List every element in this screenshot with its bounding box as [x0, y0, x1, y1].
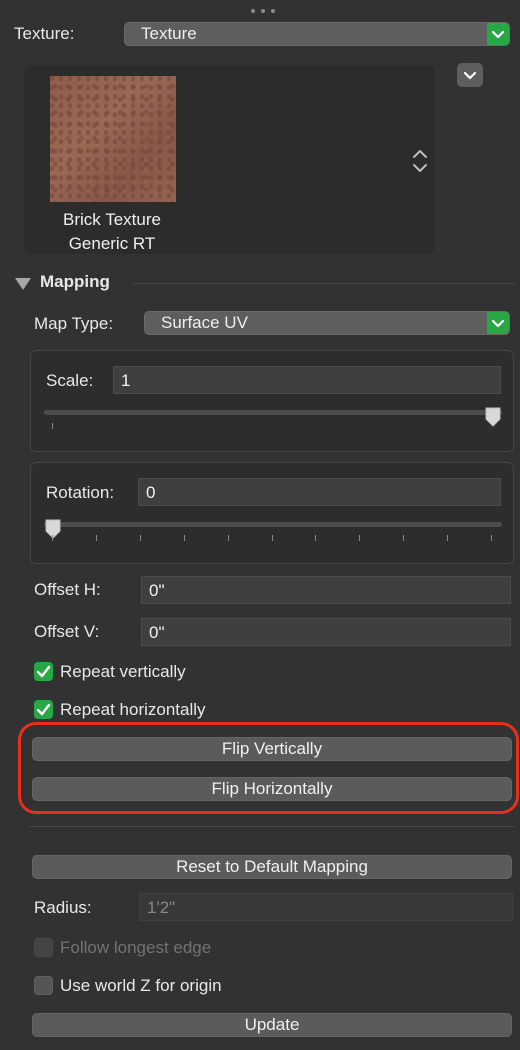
offset-h-field[interactable]: 0" [141, 576, 511, 604]
rotation-slider-tick [227, 535, 229, 541]
scale-label: Scale: [46, 371, 94, 390]
rotation-slider-tick [95, 535, 97, 541]
texture-popup-value: Texture [141, 24, 197, 43]
rotation-slider-tick [403, 535, 405, 541]
chevron-down-icon [457, 71, 483, 91]
rotation-value: 0 [146, 483, 156, 502]
checkmark-icon [34, 700, 53, 719]
rotation-slider-tick [271, 535, 273, 541]
chevron-down-icon [487, 23, 509, 45]
mapping-section-header[interactable]: Mapping [14, 271, 514, 295]
scale-slider-track[interactable] [44, 410, 502, 415]
texture-popup[interactable]: Texture [124, 22, 510, 46]
scale-field[interactable]: 1 [113, 366, 501, 394]
offset-h-label: Offset H: [34, 580, 101, 599]
brick-texture-swatch[interactable] [50, 76, 176, 202]
radius-field: 1'2" [139, 893, 513, 921]
flip-horizontally-button[interactable]: Flip Horizontally [32, 777, 512, 801]
up-down-stepper-icon[interactable] [411, 148, 429, 174]
rotation-slider-tick [491, 535, 492, 541]
rotation-slider-tick [139, 535, 141, 541]
follow-longest-edge-label: Follow longest edge [60, 938, 212, 957]
follow-longest-edge-checkbox: Follow longest edge [34, 937, 334, 959]
texture-preview-panel: Brick Texture Generic RT [24, 65, 435, 254]
mapping-section-title: Mapping [40, 272, 110, 291]
checkbox-box [34, 938, 53, 957]
radius-value: 1'2" [147, 898, 176, 917]
scale-group: Scale: 1 [30, 350, 514, 452]
update-button[interactable]: Update [32, 1013, 512, 1037]
texture-options-button[interactable] [457, 63, 483, 87]
rotation-slider-tick [447, 535, 449, 541]
rotation-group: Rotation: 0 [30, 462, 514, 564]
divider [30, 826, 514, 827]
offset-v-value: 0" [149, 623, 165, 642]
use-world-z-label: Use world Z for origin [60, 976, 222, 995]
repeat-horizontally-checkbox[interactable]: Repeat horizontally [34, 699, 334, 721]
rotation-slider-thumb[interactable] [44, 519, 62, 539]
section-divider [134, 283, 514, 284]
offset-h-value: 0" [149, 581, 165, 600]
rotation-slider-tick [359, 535, 361, 541]
map-type-popup-value: Surface UV [161, 313, 248, 332]
disclosure-triangle-icon [14, 276, 32, 290]
more-dots-icon[interactable] [250, 0, 276, 13]
flip-vertically-button[interactable]: Flip Vertically [32, 737, 512, 761]
rotation-slider-tick [52, 535, 53, 541]
repeat-vertically-checkbox[interactable]: Repeat vertically [34, 661, 334, 683]
map-type-label: Map Type: [34, 314, 114, 333]
use-world-z-checkbox[interactable]: Use world Z for origin [34, 975, 334, 997]
checkmark-icon [34, 662, 53, 681]
offset-v-field[interactable]: 0" [141, 618, 511, 646]
texture-preview-name-line2: Generic RT [68, 234, 156, 253]
repeat-vertically-label: Repeat vertically [60, 662, 186, 681]
rotation-slider-track[interactable] [44, 522, 502, 527]
checkbox-box [34, 976, 53, 995]
map-type-popup[interactable]: Surface UV [144, 311, 510, 335]
rotation-slider-tick [315, 535, 317, 541]
chevron-down-icon [487, 312, 509, 334]
rotation-label: Rotation: [46, 483, 115, 502]
rotation-field[interactable]: 0 [138, 478, 501, 506]
reset-default-mapping-button[interactable]: Reset to Default Mapping [32, 855, 512, 879]
radius-label: Radius: [34, 898, 92, 917]
offset-v-label: Offset V: [34, 622, 100, 641]
scale-slider-tick [52, 423, 53, 429]
texture-label: Texture: [14, 24, 75, 43]
texture-preview-name-line1: Brick Texture [63, 210, 161, 229]
repeat-horizontally-label: Repeat horizontally [60, 700, 206, 719]
scale-value: 1 [121, 371, 131, 390]
scale-slider-thumb[interactable] [484, 407, 502, 427]
rotation-slider-tick [183, 535, 185, 541]
